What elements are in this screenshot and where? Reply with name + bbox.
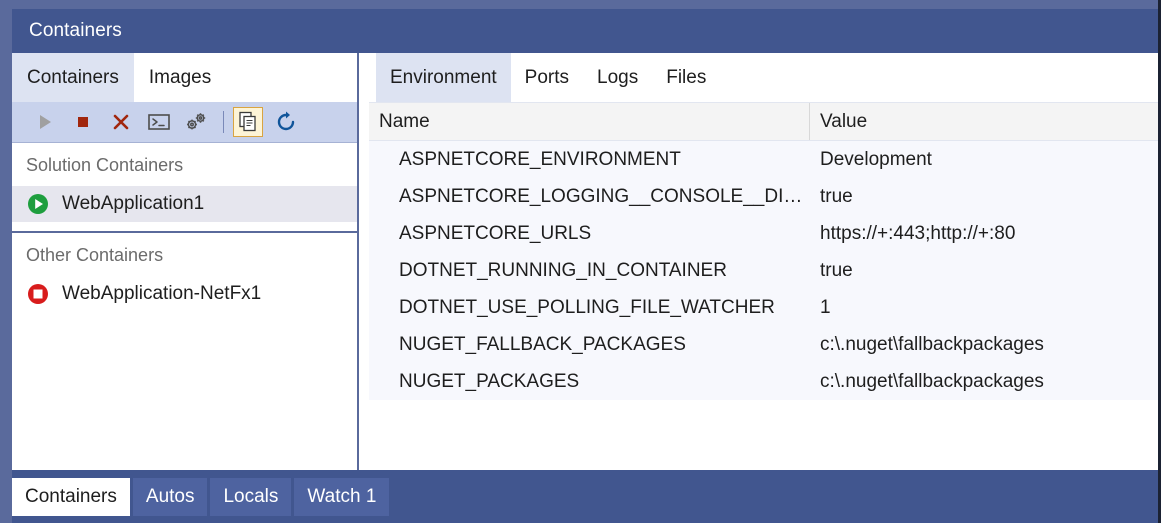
- tab-files-label: Files: [666, 67, 706, 89]
- tab-logs[interactable]: Logs: [583, 53, 652, 102]
- start-button[interactable]: [30, 107, 60, 137]
- environment-variables-grid: Name Value ASPNETCORE_ENVIRONMENT Develo…: [369, 102, 1158, 470]
- cell-value: c:\.nuget\fallbackpackages: [810, 371, 1158, 393]
- cell-value: https://+:443;http://+:80: [810, 223, 1158, 245]
- window-titlebar: Containers: [12, 9, 1158, 53]
- cell-value: true: [810, 186, 1158, 208]
- debugger-window-tabstrip: Containers Autos Locals Watch 1: [12, 470, 1158, 523]
- list-item-label: WebApplication1: [62, 193, 204, 215]
- bottom-tab-autos-label: Autos: [146, 486, 195, 508]
- group-header-other: Other Containers: [12, 233, 357, 276]
- stop-square-icon: [74, 113, 92, 131]
- column-header-value[interactable]: Value: [810, 103, 1158, 140]
- refresh-icon: [275, 111, 297, 133]
- tab-containers-label: Containers: [27, 67, 119, 89]
- stop-button[interactable]: [68, 107, 98, 137]
- tab-environment-label: Environment: [390, 67, 497, 89]
- tab-ports[interactable]: Ports: [511, 53, 583, 102]
- group-header-solution: Solution Containers: [12, 143, 357, 186]
- cell-name: DOTNET_USE_POLLING_FILE_WATCHER: [369, 297, 810, 319]
- containers-tool-window: Containers Containers Images: [0, 0, 1161, 523]
- tab-ports-label: Ports: [525, 67, 569, 89]
- terminal-button[interactable]: [144, 107, 174, 137]
- containers-list[interactable]: Solution Containers WebApplication1 Othe…: [12, 143, 357, 470]
- bottom-tab-containers[interactable]: Containers: [12, 478, 130, 516]
- table-row[interactable]: ASPNETCORE_ENVIRONMENT Development: [369, 141, 1158, 178]
- window-body: Containers Images: [12, 53, 1158, 470]
- cell-value: c:\.nuget\fallbackpackages: [810, 334, 1158, 356]
- cell-name: NUGET_PACKAGES: [369, 371, 810, 393]
- bottom-tab-watch1-label: Watch 1: [307, 486, 376, 508]
- copy-icon: [238, 111, 258, 133]
- containers-left-pane: Containers Images: [12, 53, 359, 470]
- tab-environment[interactable]: Environment: [376, 53, 511, 102]
- containers-toolbar: [12, 102, 357, 143]
- bottom-tab-locals-label: Locals: [223, 486, 278, 508]
- table-row[interactable]: NUGET_FALLBACK_PACKAGES c:\.nuget\fallba…: [369, 326, 1158, 363]
- tab-containers[interactable]: Containers: [12, 53, 134, 102]
- tab-images-label: Images: [149, 67, 211, 89]
- tab-logs-label: Logs: [597, 67, 638, 89]
- cell-value: 1: [810, 297, 1158, 319]
- toolbar-separator: [223, 111, 224, 133]
- stopped-square-icon: [26, 282, 50, 306]
- grid-body: ASPNETCORE_ENVIRONMENT Development ASPNE…: [369, 141, 1158, 400]
- cell-value: true: [810, 260, 1158, 282]
- running-play-icon: [26, 192, 50, 216]
- column-header-name[interactable]: Name: [369, 103, 810, 140]
- bottom-tab-autos[interactable]: Autos: [133, 478, 208, 516]
- list-item-webapplication-netfx1[interactable]: WebApplication-NetFx1: [12, 276, 357, 312]
- close-x-icon: [111, 112, 131, 132]
- cell-name: ASPNETCORE_LOGGING__CONSOLE__DISA...: [369, 186, 810, 208]
- window-frame-left: [0, 0, 12, 523]
- terminal-icon: [147, 112, 171, 132]
- bottom-tab-containers-label: Containers: [25, 486, 117, 508]
- cell-name: NUGET_FALLBACK_PACKAGES: [369, 334, 810, 356]
- table-row[interactable]: ASPNETCORE_URLS https://+:443;http://+:8…: [369, 215, 1158, 252]
- settings-button[interactable]: [182, 107, 212, 137]
- container-detail-pane: Environment Ports Logs Files Name Value: [361, 53, 1158, 470]
- list-item-label: WebApplication-NetFx1: [62, 283, 261, 305]
- window-frame-top: [0, 0, 1161, 9]
- bottom-tab-locals[interactable]: Locals: [210, 478, 291, 516]
- tab-images[interactable]: Images: [134, 53, 226, 102]
- cell-value: Development: [810, 149, 1158, 171]
- list-item-webapplication1[interactable]: WebApplication1: [12, 186, 357, 222]
- left-tabstrip: Containers Images: [12, 53, 357, 102]
- window-title: Containers: [12, 20, 122, 42]
- table-row[interactable]: NUGET_PACKAGES c:\.nuget\fallbackpackage…: [369, 363, 1158, 400]
- play-icon: [36, 113, 54, 131]
- remove-button[interactable]: [106, 107, 136, 137]
- table-row[interactable]: ASPNETCORE_LOGGING__CONSOLE__DISA... tru…: [369, 178, 1158, 215]
- refresh-button[interactable]: [271, 107, 301, 137]
- copy-button[interactable]: [233, 107, 263, 137]
- tab-files[interactable]: Files: [652, 53, 720, 102]
- cell-name: DOTNET_RUNNING_IN_CONTAINER: [369, 260, 810, 282]
- table-row[interactable]: DOTNET_USE_POLLING_FILE_WATCHER 1: [369, 289, 1158, 326]
- grid-header-row: Name Value: [369, 102, 1158, 141]
- bottom-tab-watch1[interactable]: Watch 1: [294, 478, 389, 516]
- cell-name: ASPNETCORE_URLS: [369, 223, 810, 245]
- cell-name: ASPNETCORE_ENVIRONMENT: [369, 149, 810, 171]
- gears-icon: [185, 111, 209, 133]
- table-row[interactable]: DOTNET_RUNNING_IN_CONTAINER true: [369, 252, 1158, 289]
- detail-tabstrip: Environment Ports Logs Files: [361, 53, 1158, 102]
